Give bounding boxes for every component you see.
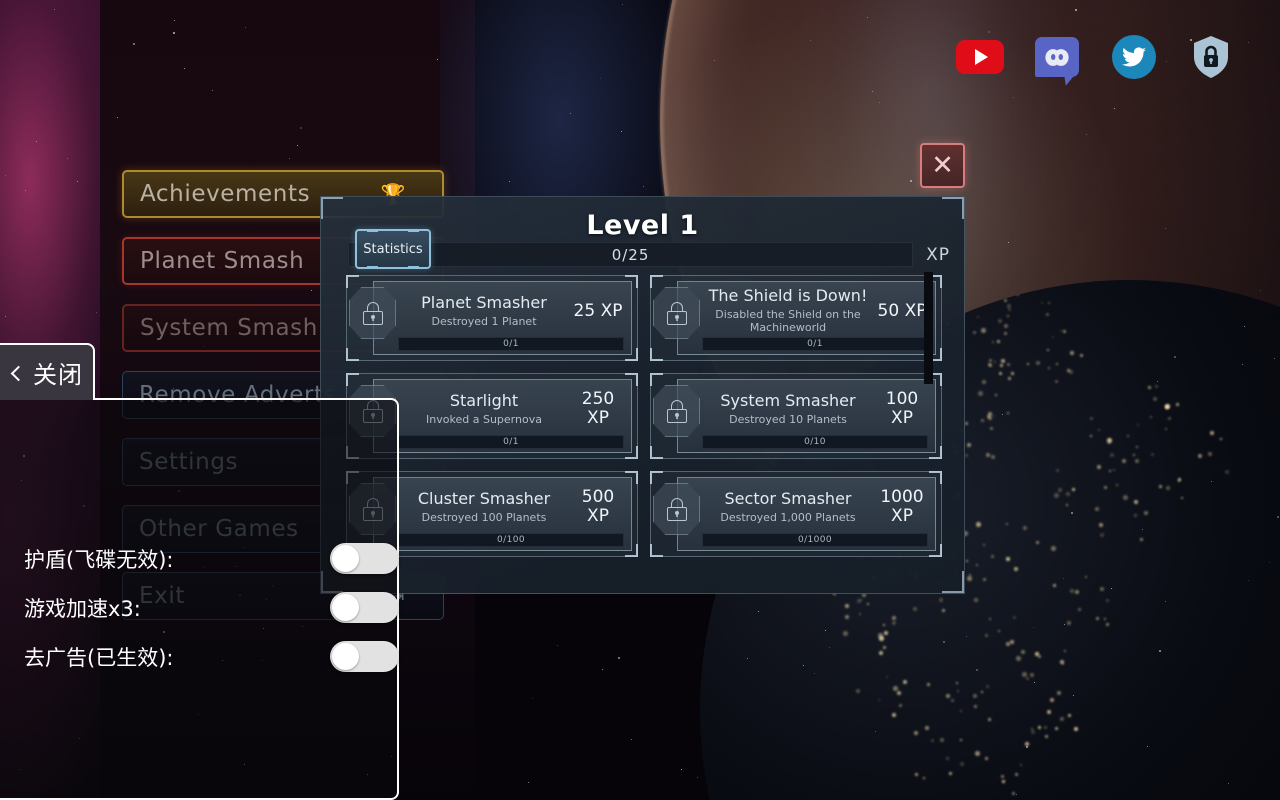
- achievement-progress-bar: 0/1: [702, 337, 928, 351]
- achievement-description: Invoked a Supernova: [426, 412, 542, 426]
- achievement-progress-text: 0/1: [503, 437, 519, 447]
- achievement-progress-bar: 0/1: [398, 337, 624, 351]
- achievement-progress-bar: 0/10: [702, 435, 928, 449]
- achievement-progress-text: 0/1: [807, 339, 823, 349]
- achievement-description: Destroyed 1 Planet: [431, 314, 537, 328]
- menu-item-label: Planet Smash: [140, 248, 305, 274]
- xp-progress-text: 0/25: [611, 245, 650, 264]
- achievement-description: Destroyed 100 Planets: [421, 510, 547, 524]
- close-dialog-button[interactable]: ✕: [920, 143, 965, 188]
- cheat-close-button[interactable]: 关闭: [0, 343, 95, 400]
- achievement-title: Cluster Smasher: [417, 488, 551, 508]
- cheat-row-label: 护盾(飞碟无效):: [24, 547, 174, 572]
- achievement-title: The Shield is Down!: [708, 286, 868, 306]
- xp-row: 0/25 XP: [348, 242, 950, 267]
- achievement-xp: 100 XP: [885, 389, 919, 428]
- social-links-bar: [955, 32, 1236, 82]
- lock-icon: [653, 287, 700, 339]
- achievement-progress-bar: 0/1000: [702, 533, 928, 547]
- achievement-title: System Smasher: [720, 390, 856, 410]
- achievement-card[interactable]: Sector Smasher Destroyed 1,000 Planets 100…: [650, 471, 942, 557]
- lock-icon: [349, 287, 396, 339]
- achievement-progress-text: 0/100: [497, 535, 525, 545]
- youtube-icon[interactable]: [955, 32, 1005, 82]
- achievement-card[interactable]: Planet Smasher Destroyed 1 Planet 25 XP 0/1: [346, 275, 638, 361]
- cheat-row-speed: 游戏加速x3:: [24, 583, 399, 632]
- achievement-title: Starlight: [449, 390, 519, 410]
- toggle-speed[interactable]: [330, 592, 399, 623]
- menu-item-label: System Smash: [140, 315, 318, 341]
- cheat-options-list: 护盾(飞碟无效): 游戏加速x3: 去广告(已生效):: [24, 534, 399, 681]
- xp-progress-bar: 0/25: [348, 242, 914, 267]
- achievement-card[interactable]: The Shield is Down! Disabled the Shield o…: [650, 275, 942, 361]
- cheat-overlay-panel: 关闭 护盾(飞碟无效): 游戏加速x3: 去广告(已生效):: [0, 343, 399, 800]
- toggle-knob: [332, 594, 359, 621]
- menu-item-label: Achievements: [140, 181, 311, 207]
- close-icon: ✕: [931, 150, 954, 181]
- achievement-title: Planet Smasher: [421, 292, 547, 312]
- xp-unit-label: XP: [926, 244, 950, 265]
- achievement-title: Sector Smasher: [724, 488, 852, 508]
- achievement-progress-text: 0/10: [804, 437, 826, 447]
- cheat-row-shield: 护盾(飞碟无效):: [24, 534, 399, 583]
- twitter-bird-glyph: [1121, 46, 1146, 66]
- toggle-shield[interactable]: [330, 543, 399, 574]
- cheat-row-noads: 去广告(已生效):: [24, 632, 399, 681]
- achievement-progress-text: 0/1000: [797, 535, 833, 545]
- cheat-row-label: 游戏加速x3:: [24, 596, 141, 621]
- chevron-left-icon: [10, 365, 27, 381]
- achievements-grid: Planet Smasher Destroyed 1 Planet 25 XP 0/1…: [346, 275, 942, 593]
- cheat-close-label: 关闭: [33, 361, 83, 389]
- achievement-xp: 1000 XP: [880, 487, 924, 526]
- achievement-description: Disabled the Shield on the Machineworld: [715, 308, 861, 335]
- discord-icon[interactable]: [1032, 32, 1082, 82]
- achievement-description: Destroyed 1,000 Planets: [720, 510, 856, 524]
- cheat-row-label: 去广告(已生效):: [24, 645, 174, 670]
- achievement-xp: 500 XP: [581, 487, 615, 526]
- achievement-card[interactable]: System Smasher Destroyed 10 Planets 100 XP…: [650, 373, 942, 459]
- toggle-knob: [332, 545, 359, 572]
- tab-statistics-label: Statistics: [363, 241, 423, 257]
- app-root: ARSH: [0, 0, 1280, 800]
- dialog-corner-br: [942, 571, 964, 593]
- dialog-scrollbar-thumb[interactable]: [924, 272, 933, 384]
- achievement-description: Destroyed 10 Planets: [729, 412, 847, 426]
- shield-lock-glyph: [1194, 36, 1228, 78]
- privacy-shield-icon[interactable]: [1186, 32, 1236, 82]
- discord-glyph: [1045, 48, 1069, 66]
- achievement-progress-text: 0/1: [503, 339, 519, 349]
- achievement-xp: 25 XP: [573, 300, 623, 321]
- achievement-progress-bar: 0/1: [398, 435, 624, 449]
- tab-statistics[interactable]: Statistics: [355, 229, 431, 269]
- achievement-xp: 250 XP: [581, 389, 615, 428]
- achievement-progress-bar: 0/100: [398, 533, 624, 547]
- lock-icon: [653, 483, 700, 535]
- lock-icon: [653, 385, 700, 437]
- toggle-noads[interactable]: [330, 641, 399, 672]
- achievement-xp: 50 XP: [877, 300, 927, 321]
- toggle-knob: [332, 643, 359, 670]
- twitter-icon[interactable]: [1109, 32, 1159, 82]
